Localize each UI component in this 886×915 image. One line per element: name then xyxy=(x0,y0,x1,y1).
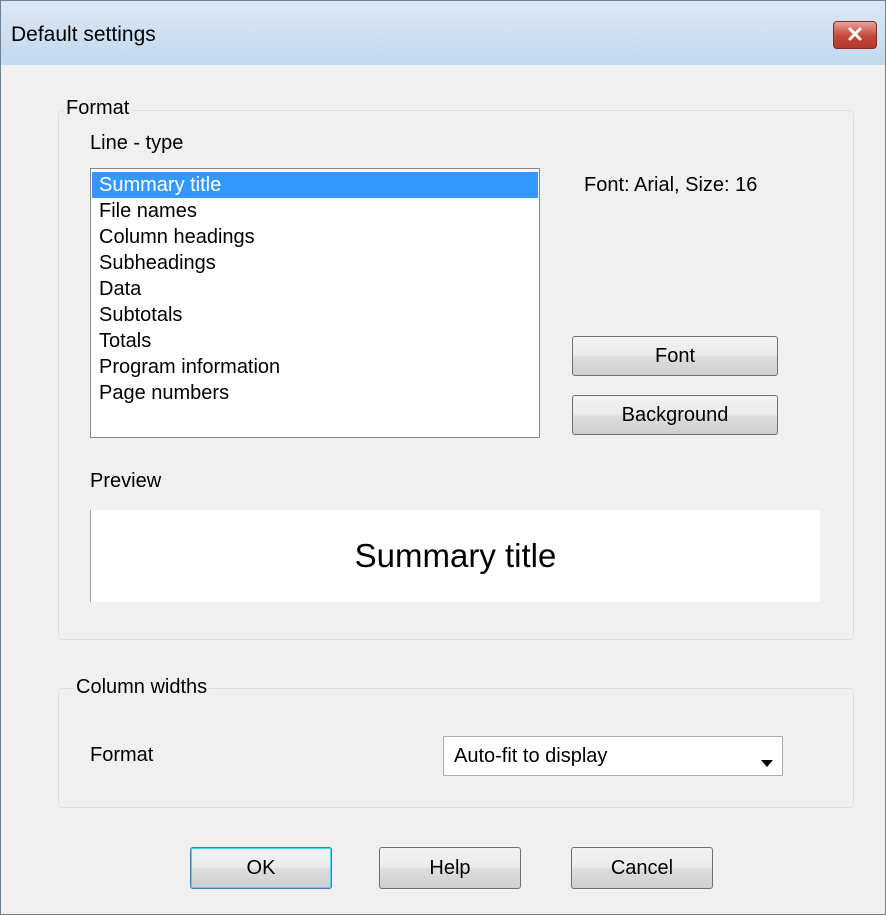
list-item[interactable]: Subheadings xyxy=(92,250,538,276)
column-format-label: Format xyxy=(90,744,154,766)
help-button[interactable]: Help xyxy=(379,847,521,889)
list-item[interactable]: Program information xyxy=(92,354,538,380)
preview-box: Summary title xyxy=(90,510,820,602)
column-format-dropdown[interactable]: Auto-fit to display xyxy=(443,736,783,776)
preview-label: Preview xyxy=(90,470,162,492)
list-item[interactable]: Page numbers xyxy=(92,380,538,406)
ok-button[interactable]: OK xyxy=(190,847,332,889)
close-icon xyxy=(847,24,863,47)
line-type-listbox[interactable]: Summary title File names Column headings Su… xyxy=(90,168,540,438)
window-title: Default settings xyxy=(11,23,156,46)
chevron-down-icon xyxy=(760,751,774,774)
column-widths-group-legend: Column widths xyxy=(74,676,210,699)
cancel-button[interactable]: Cancel xyxy=(571,847,713,889)
line-type-label: Line - type xyxy=(90,132,184,154)
list-item[interactable]: Totals xyxy=(92,328,538,354)
format-group-legend: Format xyxy=(64,97,132,120)
close-button[interactable] xyxy=(833,21,877,49)
background-button[interactable]: Background xyxy=(572,395,778,435)
title-bar[interactable]: Default settings xyxy=(1,1,885,65)
font-info-text: Font: Arial, Size: 16 xyxy=(584,174,758,196)
preview-text: Summary title xyxy=(354,537,557,574)
list-item[interactable]: Subtotals xyxy=(92,302,538,328)
list-item[interactable]: Data xyxy=(92,276,538,302)
font-button[interactable]: Font xyxy=(572,336,778,376)
list-item[interactable]: Column headings xyxy=(92,224,538,250)
column-format-value: Auto-fit to display xyxy=(454,745,608,767)
list-item[interactable]: File names xyxy=(92,198,538,224)
list-item[interactable]: Summary title xyxy=(92,172,538,198)
